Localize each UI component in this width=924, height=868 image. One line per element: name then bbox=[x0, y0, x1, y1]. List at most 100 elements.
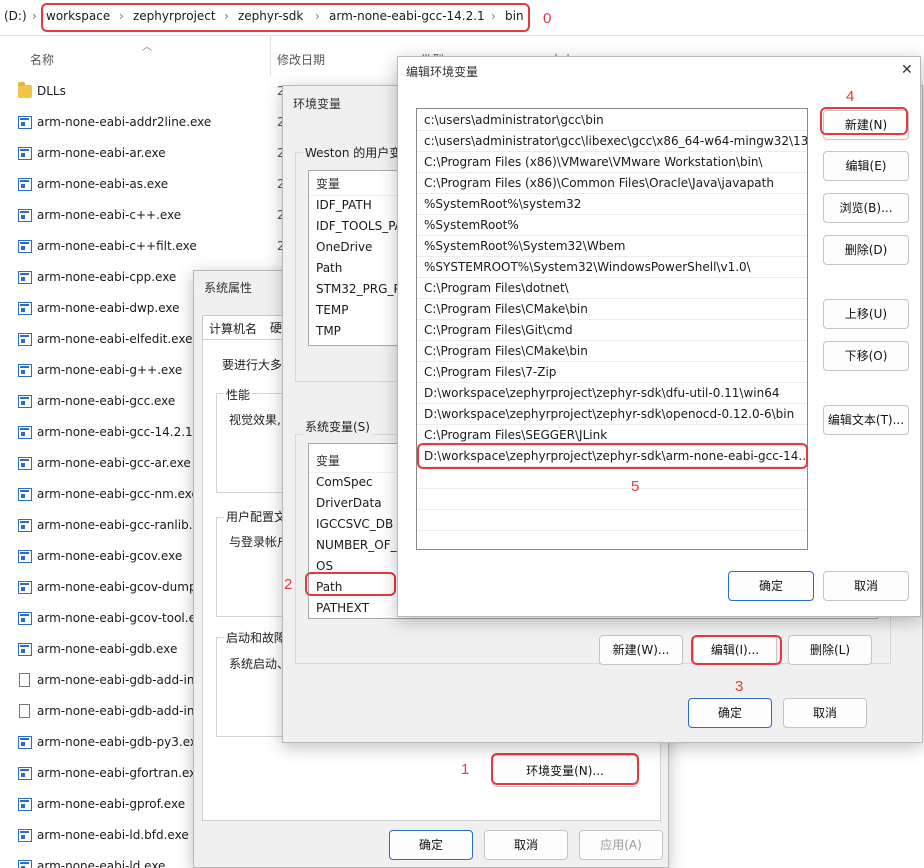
exe-icon bbox=[18, 767, 32, 780]
file-name: arm-none-eabi-gdb.exe bbox=[37, 642, 178, 656]
path-entry[interactable]: %SYSTEMROOT%\System32\WindowsPowerShell\… bbox=[417, 257, 807, 278]
breadcrumb-workspace[interactable]: workspace bbox=[46, 9, 110, 23]
user-profile-label: 用户配置文 bbox=[224, 508, 289, 525]
tab-hardware[interactable]: 硬 bbox=[270, 319, 282, 336]
file-name: arm-none-eabi-elfedit.exe bbox=[37, 332, 193, 346]
path-entry[interactable]: C:\Program Files\7-Zip bbox=[417, 362, 807, 383]
exe-icon bbox=[18, 798, 32, 811]
file-name: arm-none-eabi-dwp.exe bbox=[37, 301, 180, 315]
chevron-right-icon: › bbox=[491, 9, 496, 23]
annotation-label-3: 3 bbox=[735, 678, 744, 695]
file-name: arm-none-eabi-gcc-ar.exe bbox=[37, 456, 191, 470]
startup-label: 启动和故障 bbox=[224, 629, 289, 646]
address-bar[interactable]: (D:) › workspace › zephyrproject › zephy… bbox=[0, 0, 924, 36]
edit-text-button[interactable]: 编辑文本(T)... bbox=[823, 405, 909, 435]
path-entry[interactable]: C:\Program Files\dotnet\ bbox=[417, 278, 807, 299]
exe-icon bbox=[18, 333, 32, 346]
sort-up-icon: ︿ bbox=[142, 42, 152, 53]
folder-icon bbox=[18, 82, 32, 98]
move-up-button[interactable]: 上移(U) bbox=[823, 299, 909, 329]
path-entry[interactable]: C:\Program Files (x86)\Common Files\Orac… bbox=[417, 173, 807, 194]
path-list[interactable]: c:\users\administrator\gcc\bin c:\users\a… bbox=[416, 108, 808, 550]
path-entry[interactable]: D:\workspace\zephyrproject\zephyr-sdk\ar… bbox=[417, 446, 807, 467]
empty-row-line bbox=[417, 488, 807, 489]
file-name: arm-none-eabi-g++.exe bbox=[37, 363, 183, 377]
breadcrumb-zephyrproject[interactable]: zephyrproject bbox=[133, 9, 216, 23]
exe-icon bbox=[18, 550, 32, 563]
path-entry[interactable]: D:\workspace\zephyrproject\zephyr-sdk\op… bbox=[417, 404, 807, 425]
exe-icon bbox=[18, 860, 32, 868]
path-entry[interactable]: %SystemRoot%\system32 bbox=[417, 194, 807, 215]
path-entry[interactable]: c:\users\administrator\gcc\libexec\gcc\x… bbox=[417, 131, 807, 152]
file-name: arm-none-eabi-gcc.exe bbox=[37, 394, 176, 408]
path-entry[interactable]: C:\Program Files\SEGGER\JLink bbox=[417, 425, 807, 446]
delete-system-var-button[interactable]: 删除(L) bbox=[788, 635, 872, 665]
column-variable: 变量 bbox=[316, 177, 341, 191]
chevron-right-icon: › bbox=[32, 9, 37, 23]
path-entry[interactable]: C:\Program Files\CMake\bin bbox=[417, 299, 807, 320]
exe-icon bbox=[18, 147, 32, 160]
file-name: arm-none-eabi-gdb-py3.exe bbox=[37, 735, 205, 749]
delete-path-button[interactable]: 删除(D) bbox=[823, 235, 909, 265]
tab-label: 计算机名 bbox=[209, 322, 258, 336]
exe-icon bbox=[18, 271, 32, 284]
path-entry[interactable]: %SystemRoot%\System32\Wbem bbox=[417, 236, 807, 257]
edit-system-var-button[interactable]: 编辑(I)... bbox=[693, 635, 777, 665]
exe-icon bbox=[18, 240, 32, 253]
path-entry[interactable]: C:\Program Files\Git\cmd bbox=[417, 320, 807, 341]
exe-icon bbox=[18, 395, 32, 408]
column-name[interactable]: 名称 bbox=[30, 51, 54, 68]
move-down-button[interactable]: 下移(O) bbox=[823, 341, 909, 371]
path-entry[interactable]: C:\Program Files\CMake\bin bbox=[417, 341, 807, 362]
column-modified[interactable]: 修改日期 bbox=[277, 51, 325, 68]
intro-text: 要进行大多 bbox=[222, 358, 283, 372]
cancel-button[interactable]: 取消 bbox=[823, 571, 909, 601]
path-entry[interactable]: C:\Program Files (x86)\VMware\VMware Wor… bbox=[417, 152, 807, 173]
user-vars-label: Weston 的用户变 bbox=[303, 144, 404, 161]
file-name: arm-none-eabi-addr2line.exe bbox=[37, 115, 212, 129]
close-icon[interactable]: ✕ bbox=[901, 62, 913, 78]
file-name: arm-none-eabi-gprof.exe bbox=[37, 797, 186, 811]
file-name: arm-none-eabi-gcc-ranlib.exe bbox=[37, 518, 214, 532]
exe-icon bbox=[18, 364, 32, 377]
startup-text: 系统启动、 bbox=[229, 657, 290, 671]
breadcrumb-toolchain[interactable]: arm-none-eabi-gcc-14.2.1 bbox=[329, 9, 485, 23]
breadcrumb-zephyr-sdk[interactable]: zephyr-sdk bbox=[238, 9, 303, 23]
apply-button[interactable]: 应用(A) bbox=[579, 830, 663, 860]
ok-button[interactable]: 确定 bbox=[728, 571, 814, 601]
user-profile-text: 与登录帐户 bbox=[229, 535, 290, 549]
file-name: arm-none-eabi-gfortran.exe bbox=[37, 766, 204, 780]
drive-label[interactable]: (D:) bbox=[4, 9, 27, 23]
file-name: arm-none-eabi-gcc-nm.exe bbox=[37, 487, 199, 501]
environment-variables-button[interactable]: 环境变量(N)... bbox=[492, 755, 638, 787]
column-divider[interactable] bbox=[270, 36, 271, 76]
empty-row-line bbox=[417, 530, 807, 531]
cancel-button[interactable]: 取消 bbox=[783, 698, 867, 728]
chevron-right-icon: › bbox=[119, 9, 124, 23]
column-variable: 变量 bbox=[316, 454, 341, 468]
exe-icon bbox=[18, 178, 32, 191]
breadcrumb-bin[interactable]: bin bbox=[505, 9, 524, 23]
file-name: arm-none-eabi-gcov-tool.exe bbox=[37, 611, 210, 625]
annotation-label-5: 5 bbox=[631, 478, 640, 495]
ok-button[interactable]: 确定 bbox=[389, 830, 473, 860]
exe-icon bbox=[18, 519, 32, 532]
file-name: arm-none-eabi-cpp.exe bbox=[37, 270, 177, 284]
performance-text: 视觉效果, bbox=[229, 413, 281, 427]
empty-row-line bbox=[417, 509, 807, 510]
exe-icon bbox=[18, 581, 32, 594]
exe-icon bbox=[18, 116, 32, 129]
edit-path-button[interactable]: 编辑(E) bbox=[823, 151, 909, 181]
browse-path-button[interactable]: 浏览(B)... bbox=[823, 193, 909, 223]
cancel-button[interactable]: 取消 bbox=[484, 830, 568, 860]
file-name: arm-none-eabi-gdb-add-index bbox=[37, 673, 217, 687]
ok-button[interactable]: 确定 bbox=[688, 698, 772, 728]
exe-icon bbox=[18, 643, 32, 656]
exe-icon bbox=[18, 736, 32, 749]
file-name: arm-none-eabi-gcc-14.2.1.exe bbox=[37, 425, 218, 439]
new-system-var-button[interactable]: 新建(W)... bbox=[599, 635, 683, 665]
path-entry[interactable]: D:\workspace\zephyrproject\zephyr-sdk\df… bbox=[417, 383, 807, 404]
new-path-button[interactable]: 新建(N) bbox=[823, 110, 909, 140]
path-entry[interactable]: %SystemRoot% bbox=[417, 215, 807, 236]
path-entry[interactable]: c:\users\administrator\gcc\bin bbox=[417, 110, 807, 131]
